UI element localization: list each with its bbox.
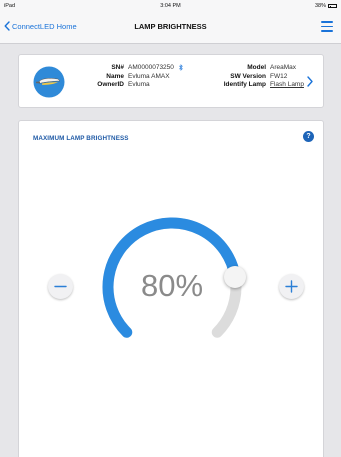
- model-label: Model: [247, 64, 266, 71]
- model-value: AreaMax: [270, 64, 297, 71]
- serial-number-label: SN#: [111, 64, 124, 71]
- owner-id-value: Evluma: [128, 81, 150, 88]
- model-row: Model AreaMax: [205, 64, 304, 73]
- device-name-label: Name: [106, 72, 124, 80]
- navigation-bar: ConnectLED Home LAMP BRIGHTNESS: [0, 12, 341, 44]
- battery-icon: [328, 4, 337, 8]
- battery-percent: 38%: [314, 3, 326, 9]
- menu-icon[interactable]: [321, 21, 333, 32]
- chevron-right-icon[interactable]: [307, 76, 313, 87]
- sw-version-value: FW12: [270, 72, 288, 80]
- flash-lamp-link[interactable]: Flash Lamp: [270, 81, 304, 90]
- device-info-right: Model AreaMax SW Version FW12 Identify L…: [205, 64, 304, 90]
- plus-icon: [285, 280, 298, 293]
- status-bar: iPad 3:04 PM 38%: [0, 0, 341, 12]
- device-name-value: Evluma AMAX: [128, 72, 170, 80]
- identify-lamp-label: Identify Lamp: [223, 81, 266, 88]
- identify-lamp-row: Identify Lamp Flash Lamp: [205, 81, 304, 90]
- minus-icon: [54, 285, 67, 288]
- device-name-row: Name Evluma AMAX: [73, 73, 183, 82]
- battery-status: 38%: [315, 3, 337, 9]
- decrease-button[interactable]: [48, 274, 73, 299]
- bluetooth-icon: [178, 64, 183, 71]
- lamp-icon: [33, 66, 65, 98]
- brightness-percent: 80%: [140, 268, 204, 303]
- sw-version-row: SW Version FW12: [205, 73, 304, 82]
- increase-button[interactable]: [279, 274, 304, 299]
- clock: 3:04 PM: [160, 3, 181, 9]
- device-info-card[interactable]: SN# AM0000073250 Name Evluma AMAX OwnerI…: [18, 54, 324, 108]
- brightness-panel: MAXIMUM LAMP BRIGHTNESS ? 80%: [18, 120, 324, 457]
- owner-id-label: OwnerID: [97, 81, 124, 88]
- sw-version-label: SW Version: [230, 72, 266, 80]
- owner-id-row: OwnerID Evluma: [73, 81, 183, 90]
- serial-number-row: SN# AM0000073250: [73, 64, 183, 73]
- serial-number-value: AM0000073250: [128, 64, 174, 71]
- page-title: LAMP BRIGHTNESS: [134, 22, 207, 31]
- device-info-left: SN# AM0000073250 Name Evluma AMAX OwnerI…: [73, 64, 183, 90]
